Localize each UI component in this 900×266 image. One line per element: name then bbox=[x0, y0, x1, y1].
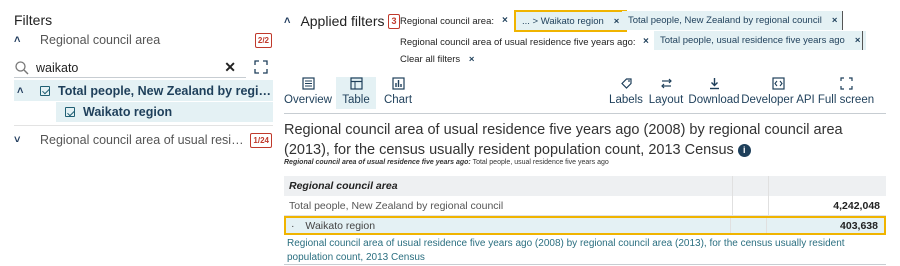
table-subtitle: Regional council area of usual residence… bbox=[284, 159, 609, 166]
filter-chip-waikato[interactable]: ... > Waikato region × bbox=[514, 10, 628, 32]
filter-chip-total-people[interactable]: Total people, New Zealand by regional co… bbox=[622, 11, 844, 30]
filter-label: Regional council area: bbox=[400, 16, 495, 27]
row-value: 4,242,048 bbox=[768, 196, 886, 215]
remove-all-icon[interactable]: × bbox=[469, 54, 475, 65]
overview-icon bbox=[301, 77, 315, 90]
divider bbox=[842, 11, 843, 30]
divider bbox=[284, 264, 886, 265]
filters-panel: Filters ˄ Regional council area 2/2 waik… bbox=[0, 0, 273, 266]
tree-item-label: Total people, New Zealand by regional co… bbox=[58, 83, 273, 98]
fullscreen-icon bbox=[839, 77, 853, 90]
expand-icon[interactable] bbox=[254, 60, 268, 74]
remove-filter-icon[interactable]: × bbox=[643, 36, 649, 47]
developer-api-button[interactable]: Developer API bbox=[741, 77, 815, 109]
empty-cell bbox=[732, 196, 768, 215]
section-count-badge: 2/2 bbox=[254, 32, 272, 48]
remove-chip-icon[interactable]: × bbox=[832, 15, 838, 26]
section-usual-residence[interactable]: ˅ Regional council area of usual residen… bbox=[14, 131, 272, 149]
tree-item-waikato-region[interactable]: Waikato region bbox=[56, 102, 273, 122]
button-label: Developer API bbox=[741, 94, 815, 106]
clear-all-label: Clear all filters bbox=[400, 54, 461, 65]
chip-label: Total people, usual residence five years… bbox=[660, 35, 845, 46]
full-screen-button[interactable]: Full screen bbox=[816, 77, 876, 109]
table-header-row: Regional council area bbox=[284, 176, 886, 196]
empty-cell bbox=[768, 176, 886, 196]
row-bullet: · bbox=[291, 219, 295, 232]
tab-chart[interactable]: Chart bbox=[380, 77, 416, 109]
section-label: Regional council area bbox=[40, 33, 161, 47]
layout-button[interactable]: Layout bbox=[646, 77, 686, 109]
remove-chip-icon[interactable]: × bbox=[614, 16, 620, 27]
subtitle-value: Total people, usual residence five years… bbox=[472, 159, 609, 166]
chip-label: Total people, New Zealand by regional co… bbox=[628, 15, 822, 26]
clear-all-filters[interactable]: Clear all filters × bbox=[400, 54, 474, 65]
table-title: Regional council area of usual residence… bbox=[284, 120, 884, 160]
chevron-up-icon: ˄ bbox=[284, 15, 291, 27]
download-button[interactable]: Download bbox=[688, 77, 740, 109]
table-title-text: Regional council area of usual residence… bbox=[284, 122, 843, 158]
empty-cell bbox=[730, 218, 766, 233]
button-label: Layout bbox=[648, 94, 684, 106]
divider bbox=[14, 125, 273, 126]
remove-chip-icon[interactable]: × bbox=[855, 35, 861, 46]
tab-label: Overview bbox=[284, 94, 332, 106]
filter-chip-usual-residence[interactable]: Total people, usual residence five years… bbox=[654, 31, 867, 50]
tab-overview[interactable]: Overview bbox=[284, 77, 332, 109]
download-icon bbox=[709, 78, 719, 90]
filters-title: Filters bbox=[14, 12, 53, 28]
section-count-badge: 1/24 bbox=[250, 132, 272, 148]
labels-button[interactable]: Labels bbox=[606, 77, 646, 109]
search-input[interactable]: waikato bbox=[36, 61, 224, 75]
row-value: 403,638 bbox=[766, 218, 884, 233]
tab-label: Table bbox=[342, 94, 370, 106]
checkbox-checked-icon[interactable] bbox=[40, 85, 50, 96]
search-icon bbox=[15, 60, 29, 74]
empty-cell bbox=[732, 176, 768, 196]
tab-label: Chart bbox=[383, 94, 413, 106]
filter-label: Regional council area of usual residence… bbox=[400, 37, 636, 48]
toolbar-divider bbox=[284, 113, 886, 114]
filter-search[interactable]: waikato ✕ bbox=[14, 58, 246, 78]
chevron-up-icon: ˄ bbox=[14, 34, 21, 46]
applied-filters-count: 3 bbox=[388, 13, 400, 29]
data-table: Regional council area Total people, New … bbox=[284, 176, 886, 235]
applied-filters-toggle[interactable]: ˄ Applied filters 3 bbox=[284, 13, 400, 29]
table-row-highlighted[interactable]: · Waikato region 403,638 bbox=[284, 216, 886, 235]
row-label: Total people, New Zealand by regional co… bbox=[289, 199, 504, 212]
column-header[interactable]: Regional council area bbox=[284, 180, 732, 192]
table-footnote-link[interactable]: Regional council area of usual residence… bbox=[287, 237, 883, 265]
table-icon bbox=[349, 77, 363, 90]
button-label: Download bbox=[688, 94, 740, 106]
button-label: Labels bbox=[609, 94, 643, 106]
close-icon[interactable]: ✕ bbox=[224, 59, 236, 76]
table-row[interactable]: Total people, New Zealand by regional co… bbox=[284, 196, 886, 216]
row-label: Waikato region bbox=[305, 219, 376, 232]
section-label: Regional council area of usual residen..… bbox=[40, 133, 248, 147]
api-icon bbox=[771, 77, 785, 90]
button-label: Full screen bbox=[817, 94, 875, 106]
chevron-down-icon: ˅ bbox=[14, 134, 21, 146]
divider bbox=[862, 31, 863, 50]
row-label-cell: · Waikato region bbox=[286, 220, 730, 232]
info-icon[interactable]: i bbox=[737, 144, 751, 157]
chip-label: ... > Waikato region bbox=[522, 15, 604, 27]
tree-item-total-people[interactable]: ˄ Total people, New Zealand by regional … bbox=[14, 80, 273, 101]
layout-icon bbox=[660, 78, 672, 89]
chart-icon bbox=[391, 77, 405, 90]
labels-icon bbox=[620, 78, 632, 89]
applied-filters-title: Applied filters bbox=[300, 13, 385, 29]
chevron-up-icon[interactable]: ˄ bbox=[17, 85, 31, 97]
section-regional-council-area[interactable]: ˄ Regional council area 2/2 bbox=[14, 31, 272, 49]
tree-item-label: Waikato region bbox=[83, 105, 173, 119]
tab-table[interactable]: Table bbox=[336, 77, 376, 109]
checkbox-checked-icon[interactable] bbox=[65, 107, 75, 117]
remove-filter-icon[interactable]: × bbox=[502, 15, 508, 26]
subtitle-label: Regional council area of usual residence… bbox=[284, 159, 471, 166]
